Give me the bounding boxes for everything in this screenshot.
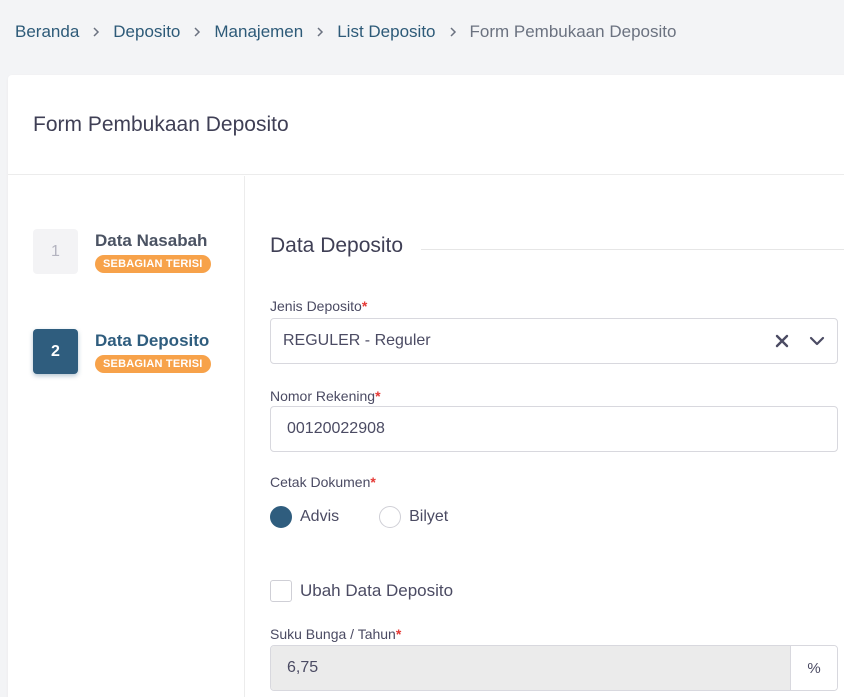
step-text: Data Deposito SEBAGIAN TERISI	[95, 329, 211, 374]
percent-addon: %	[790, 646, 837, 690]
nomor-rekening-label-text: Nomor Rekening	[270, 388, 376, 404]
required-mark: *	[361, 298, 368, 314]
nomor-rekening-input[interactable]	[270, 406, 838, 452]
step-data-nasabah[interactable]: 1 Data Nasabah SEBAGIAN TERISI	[33, 229, 211, 274]
jenis-deposito-select[interactable]: REGULER - Reguler	[270, 318, 838, 364]
stepper: 1 Data Nasabah SEBAGIAN TERISI 2 Data De…	[8, 176, 245, 697]
status-badge: SEBAGIAN TERISI	[95, 255, 211, 273]
radio-checked-icon[interactable]	[270, 506, 292, 528]
card-header: Form Pembukaan Deposito	[8, 75, 844, 175]
breadcrumb-beranda[interactable]: Beranda	[15, 22, 79, 42]
required-mark: *	[370, 474, 376, 490]
radio-unchecked-icon[interactable]	[379, 506, 402, 528]
page-title: Form Pembukaan Deposito	[33, 112, 289, 136]
jenis-deposito-label: Jenis Deposito*	[270, 298, 367, 314]
ubah-data-deposito-checkbox[interactable]: Ubah Data Deposito	[270, 580, 453, 602]
breadcrumb-current: Form Pembukaan Deposito	[469, 22, 677, 41]
breadcrumb: Beranda Deposito Manajemen List Deposito…	[15, 22, 676, 42]
step-number: 2	[33, 329, 78, 374]
cetak-dokumen-label: Cetak Dokumen*	[270, 474, 376, 490]
section-header: Data Deposito	[270, 234, 844, 258]
cetak-dokumen-radio-group: Advis Bilyet	[270, 506, 488, 528]
suku-bunga-label: Suku Bunga / Tahun*	[270, 626, 401, 642]
breadcrumb-deposito[interactable]: Deposito	[113, 22, 180, 42]
checkbox-icon[interactable]	[270, 580, 292, 602]
cetak-dokumen-label-text: Cetak Dokumen	[270, 474, 371, 490]
jenis-deposito-value: REGULER - Reguler	[283, 332, 431, 349]
radio-advis[interactable]: Advis	[270, 506, 339, 528]
section-divider	[421, 248, 844, 250]
chevron-right-icon	[315, 26, 325, 38]
step-label: Data Deposito	[95, 331, 210, 350]
form-card: Form Pembukaan Deposito 1 Data Nasabah S…	[8, 75, 844, 697]
radio-label: Advis	[300, 508, 340, 525]
section-title: Data Deposito	[270, 234, 404, 257]
breadcrumb-manajemen[interactable]: Manajemen	[214, 22, 303, 42]
suku-bunga-input[interactable]	[271, 646, 790, 690]
radio-label: Bilyet	[409, 508, 449, 525]
jenis-deposito-label-text: Jenis Deposito	[270, 298, 362, 314]
chevron-right-icon	[448, 26, 458, 38]
required-mark: *	[395, 626, 402, 642]
required-mark: *	[375, 388, 381, 404]
checkbox-label: Ubah Data Deposito	[300, 581, 454, 600]
nomor-rekening-label: Nomor Rekening*	[270, 388, 381, 404]
suku-bunga-label-text: Suku Bunga / Tahun	[270, 626, 396, 642]
breadcrumb-list-deposito[interactable]: List Deposito	[337, 22, 435, 42]
radio-bilyet[interactable]: Bilyet	[379, 506, 448, 528]
step-label: Data Nasabah	[95, 231, 208, 250]
suku-bunga-group: %	[270, 645, 838, 691]
close-icon[interactable]	[767, 326, 797, 356]
chevron-right-icon	[91, 26, 101, 38]
chevron-down-icon[interactable]	[797, 326, 837, 356]
chevron-right-icon	[192, 26, 202, 38]
status-badge: SEBAGIAN TERISI	[95, 355, 211, 373]
step-number: 1	[33, 229, 78, 274]
step-data-deposito[interactable]: 2 Data Deposito SEBAGIAN TERISI	[33, 329, 211, 374]
step-text: Data Nasabah SEBAGIAN TERISI	[95, 229, 211, 274]
